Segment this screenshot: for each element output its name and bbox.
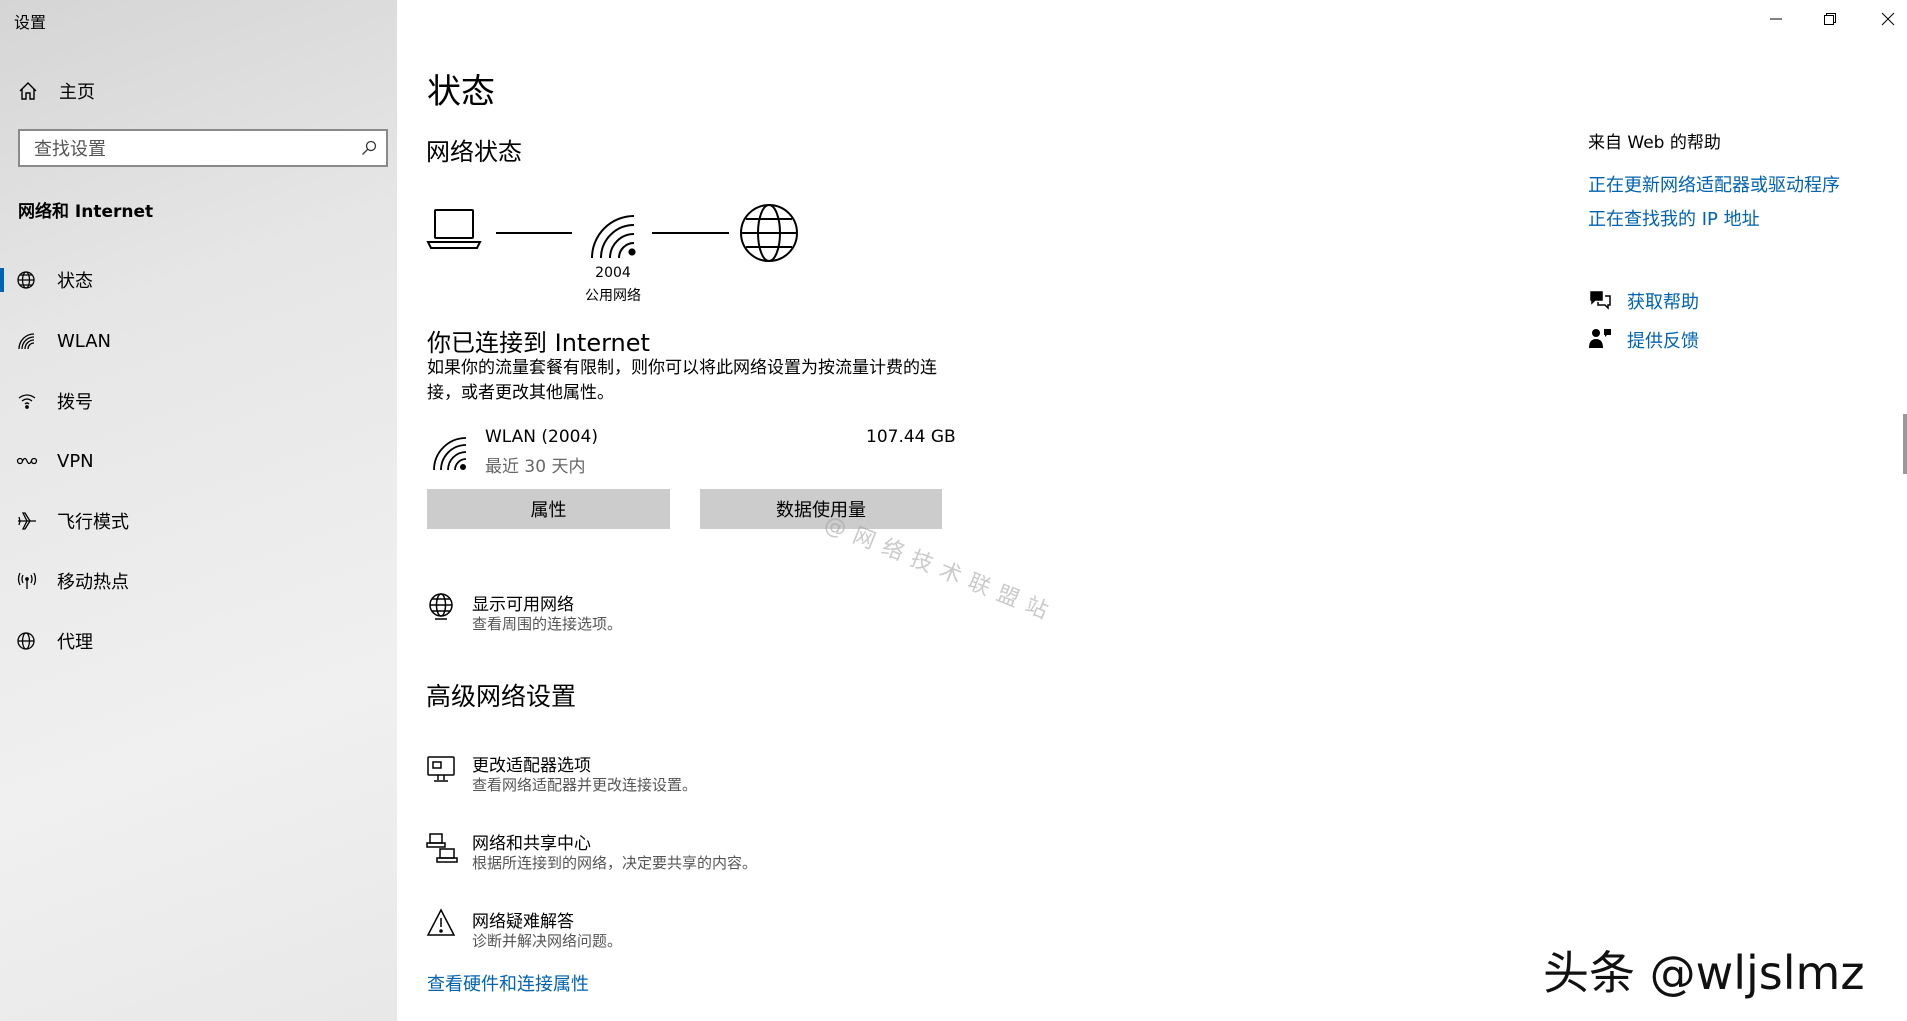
network-status-heading: 网络状态 <box>426 138 522 166</box>
sidebar-item-status[interactable]: 状态 <box>0 259 397 301</box>
restore-button[interactable] <box>1816 8 1844 30</box>
network-name: 2004 <box>595 265 631 281</box>
troubleshoot-link[interactable]: 网络疑难解答 <box>472 907 574 932</box>
restore-icon <box>1824 13 1836 25</box>
network-diagram <box>426 204 798 262</box>
laptop-icon <box>426 209 482 249</box>
dialup-icon <box>18 394 36 409</box>
search-box[interactable] <box>18 129 388 167</box>
help-link-update-adapter[interactable]: 正在更新网络适配器或驱动程序 <box>1588 171 1840 197</box>
wifi-icon <box>18 333 35 350</box>
home-nav[interactable]: 主页 <box>18 78 95 104</box>
network-type: 公用网络 <box>585 288 641 304</box>
vpn-icon <box>16 457 38 465</box>
search-icon[interactable] <box>361 140 377 156</box>
sidebar-item-airplane[interactable]: 飞行模式 <box>0 500 397 542</box>
adapter-options-link[interactable]: 更改适配器选项 <box>472 751 591 776</box>
feedback-link[interactable]: 提供反馈 <box>1627 327 1699 353</box>
connection-period: 最近 30 天内 <box>485 457 586 477</box>
warning-icon[interactable] <box>426 908 456 938</box>
help-link-find-ip[interactable]: 正在查找我的 IP 地址 <box>1588 205 1760 231</box>
search-input[interactable] <box>32 137 336 161</box>
sharing-center-link[interactable]: 网络和共享中心 <box>472 829 591 854</box>
minimize-button[interactable] <box>1762 8 1790 30</box>
sidebar-item-label: 拨号 <box>57 392 93 413</box>
properties-button[interactable]: 属性 <box>427 489 670 529</box>
sidebar-item-proxy[interactable]: 代理 <box>0 620 397 662</box>
troubleshoot-subtitle: 诊断并解决网络问题。 <box>472 932 623 950</box>
scrollbar-thumb[interactable] <box>1903 414 1907 474</box>
chat-help-icon <box>1590 291 1611 310</box>
adapter-icon[interactable] <box>426 754 456 784</box>
page-title: 状态 <box>427 72 495 112</box>
close-icon <box>1881 12 1895 26</box>
sidebar-item-hotspot[interactable]: 移动热点 <box>0 560 397 602</box>
connected-description: 如果你的流量套餐有限制，则你可以将此网络设置为按流量计费的连接，或者更改其他属性… <box>427 358 937 403</box>
connected-heading: 你已连接到 Internet <box>427 329 650 357</box>
sidebar-item-label: 状态 <box>57 271 93 292</box>
internet-globe-icon <box>740 204 798 262</box>
sidebar: 设置 主页 网络和 Internet 状态 WLAN 拨号 V <box>0 0 397 1021</box>
sharing-center-subtitle: 根据所连接到的网络，决定要共享的内容。 <box>472 854 758 872</box>
available-networks-icon[interactable] <box>426 592 456 622</box>
sidebar-item-label: WLAN <box>57 330 112 352</box>
wifi-connection-icon <box>433 437 467 471</box>
get-help-link[interactable]: 获取帮助 <box>1627 288 1699 314</box>
adapter-options-subtitle: 查看网络适配器并更改连接设置。 <box>472 776 698 794</box>
sidebar-item-label: 飞行模式 <box>57 512 129 533</box>
show-networks-subtitle: 查看周围的连接选项。 <box>472 615 623 633</box>
airplane-icon <box>18 512 36 530</box>
minimize-icon <box>1770 18 1782 20</box>
close-button[interactable] <box>1874 8 1902 30</box>
feedback-icon <box>1589 329 1611 348</box>
window-title: 设置 <box>14 13 47 32</box>
advanced-heading: 高级网络设置 <box>426 682 577 711</box>
globe-status-icon <box>17 271 35 289</box>
show-networks-link[interactable]: 显示可用网络 <box>472 590 574 615</box>
connection-name: WLAN (2004) <box>485 427 598 447</box>
sidebar-item-label: VPN <box>57 450 94 472</box>
hotspot-icon <box>17 572 37 589</box>
sidebar-item-wlan[interactable]: WLAN <box>0 320 397 362</box>
brand-watermark: 头条 @wljslmz <box>1543 946 1865 1000</box>
sidebar-item-vpn[interactable]: VPN <box>0 440 397 482</box>
home-label: 主页 <box>59 82 95 103</box>
data-usage-button[interactable]: 数据使用量 <box>700 489 942 529</box>
hardware-properties-link[interactable]: 查看硬件和连接属性 <box>427 970 589 996</box>
connection-usage: 107.44 GB <box>866 427 956 447</box>
sidebar-item-label: 代理 <box>57 632 93 653</box>
help-title: 来自 Web 的帮助 <box>1588 133 1721 153</box>
section-title: 网络和 Internet <box>18 202 154 222</box>
home-icon <box>19 82 37 100</box>
wifi-signal-icon <box>591 215 636 259</box>
sidebar-item-dialup[interactable]: 拨号 <box>0 380 397 422</box>
sharing-center-icon[interactable] <box>426 832 458 864</box>
globe-icon <box>17 632 35 650</box>
sidebar-item-label: 移动热点 <box>57 572 129 593</box>
